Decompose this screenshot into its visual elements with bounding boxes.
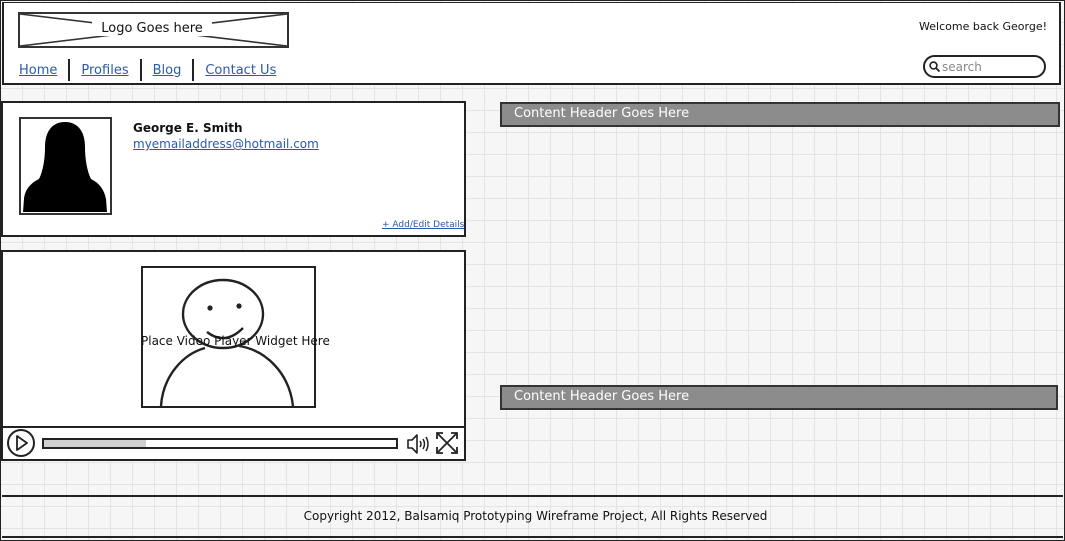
- content-header-2: Content Header Goes Here: [500, 385, 1058, 410]
- footer-divider: [2, 495, 1063, 497]
- nav-blog[interactable]: Blog: [153, 63, 182, 78]
- footer-bottom-border: [2, 536, 1063, 538]
- avatar: [19, 117, 112, 215]
- search-icon: [929, 61, 940, 72]
- search-input[interactable]: [942, 58, 1040, 75]
- video-progress-fill: [44, 440, 147, 447]
- search-box[interactable]: [923, 55, 1046, 78]
- footer-copyright: Copyright 2012, Balsamiq Prototyping Wir…: [303, 509, 768, 523]
- video-seek-bar[interactable]: [42, 438, 398, 449]
- play-button[interactable]: [7, 429, 35, 457]
- volume-button[interactable]: [406, 432, 430, 456]
- logo-text: Logo Goes here: [92, 21, 212, 36]
- play-icon: [16, 435, 28, 451]
- content-header-1: Content Header Goes Here: [500, 102, 1060, 127]
- user-silhouette-icon: [23, 122, 107, 212]
- video-placeholder-label: Place Video Player Widget Here: [141, 334, 330, 348]
- logo-placeholder: Logo Goes here: [18, 12, 289, 48]
- profile-email-link[interactable]: myemailaddress@hotmail.com: [133, 137, 319, 151]
- nav-divider: [68, 59, 71, 81]
- nav-divider: [192, 59, 195, 81]
- volume-icon: [407, 434, 429, 454]
- nav-divider: [139, 59, 142, 81]
- profile-name: George E. Smith: [133, 121, 243, 135]
- fullscreen-button[interactable]: [434, 430, 460, 456]
- welcome-message: Welcome back George!: [919, 20, 1047, 33]
- fullscreen-icon: [436, 432, 458, 454]
- main-nav: Home Profiles Blog Contact Us: [19, 59, 276, 81]
- nav-profiles[interactable]: Profiles: [81, 63, 128, 78]
- add-edit-details-link[interactable]: + Add/Edit Details: [382, 220, 464, 230]
- nav-home[interactable]: Home: [19, 63, 57, 78]
- nav-contact-us[interactable]: Contact Us: [205, 63, 276, 78]
